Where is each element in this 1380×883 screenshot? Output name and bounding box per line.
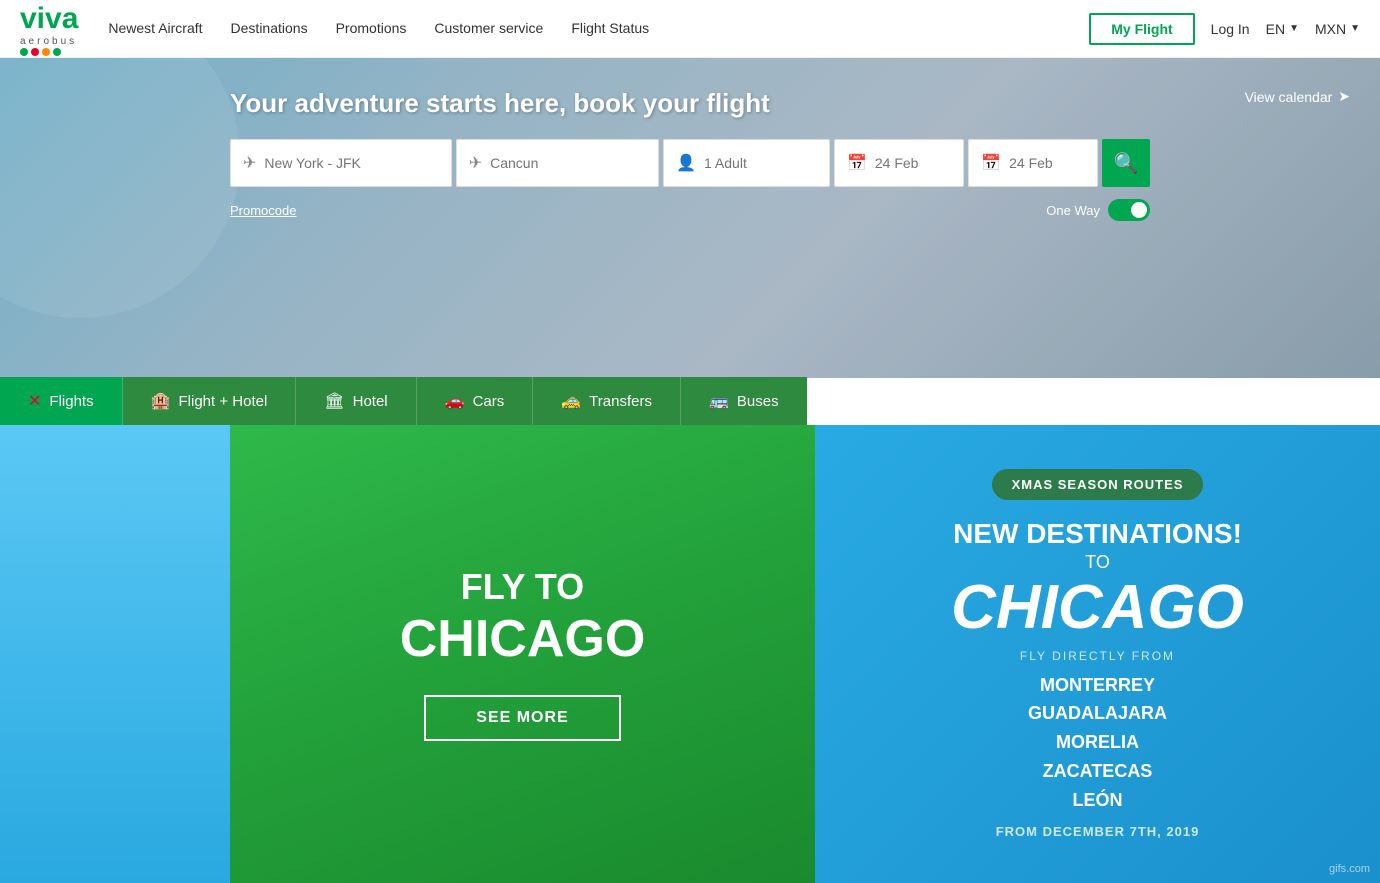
nav-right: My Flight Log In EN ▼ MXN ▼ xyxy=(1089,13,1360,45)
city-morelia: MORELIA xyxy=(1028,728,1167,757)
promo-left-panel xyxy=(0,425,230,883)
tab-flight-hotel-label: Flight + Hotel xyxy=(179,393,268,410)
logo-dots xyxy=(20,48,78,56)
city-guadalajara: GUADALAJARA xyxy=(1028,699,1167,728)
flight-hotel-icon: 🏨 xyxy=(151,391,171,411)
promo-center-panel: FLY TO CHICAGO SEE MORE xyxy=(230,425,815,883)
hero-title: Your adventure starts here, book your fl… xyxy=(230,88,1150,119)
hero-section: View calendar ➤ Your adventure starts he… xyxy=(0,58,1380,378)
nav-customer-service[interactable]: Customer service xyxy=(434,20,543,36)
navbar: viva aerobus Newest Aircraft Destination… xyxy=(0,0,1380,58)
destination-input[interactable] xyxy=(490,155,646,171)
return-date-input[interactable] xyxy=(1009,155,1085,171)
tab-flights-label: Flights xyxy=(49,393,93,410)
nav-destinations[interactable]: Destinations xyxy=(231,20,308,36)
origin-input[interactable] xyxy=(264,155,438,171)
tab-hotel-label: Hotel xyxy=(353,393,388,410)
hero-content: Your adventure starts here, book your fl… xyxy=(0,58,1380,221)
fly-from-text: FLY DIRECTLY FROM xyxy=(1020,649,1175,663)
lang-chevron-icon: ▼ xyxy=(1289,23,1299,34)
promo-right-panel: XMAS SEASON ROUTES NEW DESTINATIONS! TO … xyxy=(815,425,1380,883)
city-monterrey: MONTERREY xyxy=(1028,671,1167,700)
dot-orange xyxy=(42,48,50,56)
tab-hotel[interactable]: 🏛 Hotel xyxy=(296,377,416,425)
my-flight-button[interactable]: My Flight xyxy=(1089,13,1194,45)
departure-plane-icon: ✈ xyxy=(243,153,256,173)
xmas-badge: XMAS SEASON ROUTES xyxy=(992,469,1204,500)
passengers-field[interactable]: 👤 xyxy=(663,139,830,187)
to-text: TO xyxy=(1085,552,1110,573)
login-button[interactable]: Log In xyxy=(1211,21,1250,37)
logo-aerobus: aerobus xyxy=(20,36,78,47)
tab-flight-hotel[interactable]: 🏨 Flight + Hotel xyxy=(123,377,297,425)
booking-tabs-bar: ✕ Flights 🏨 Flight + Hotel 🏛 Hotel 🚗 Car… xyxy=(0,377,1380,425)
search-button[interactable]: 🔍 xyxy=(1102,139,1150,187)
dot-red xyxy=(31,48,39,56)
logo-viva: viva xyxy=(20,2,78,36)
one-way-label: One Way xyxy=(1046,203,1100,218)
tab-flights[interactable]: ✕ Flights xyxy=(0,377,123,425)
nav-links: Newest Aircraft Destinations Promotions … xyxy=(108,20,1089,38)
currency-chevron-icon: ▼ xyxy=(1350,23,1360,34)
nav-flight-status[interactable]: Flight Status xyxy=(571,20,649,36)
calendar-return-icon: 📅 xyxy=(981,153,1001,173)
one-way-toggle-switch[interactable] xyxy=(1108,199,1150,221)
promo-section: FLY TO CHICAGO SEE MORE XMAS SEASON ROUT… xyxy=(0,425,1380,883)
arrival-plane-icon: ✈ xyxy=(469,153,482,173)
return-date-field[interactable]: 📅 xyxy=(968,139,1098,187)
tab-cars[interactable]: 🚗 Cars xyxy=(417,377,534,425)
buses-icon: 🚌 xyxy=(709,391,729,411)
new-destinations-text: NEW DESTINATIONS! xyxy=(953,520,1242,548)
tab-cars-label: Cars xyxy=(473,393,505,410)
dot-green xyxy=(20,48,28,56)
nav-newest-aircraft[interactable]: Newest Aircraft xyxy=(108,20,202,36)
nav-promotions[interactable]: Promotions xyxy=(336,20,407,36)
depart-date-field[interactable]: 📅 xyxy=(834,139,964,187)
calendar-depart-icon: 📅 xyxy=(847,153,867,173)
from-date-text: FROM DECEMBER 7TH, 2019 xyxy=(996,824,1200,839)
hotel-icon: 🏛 xyxy=(324,391,344,411)
see-more-button[interactable]: SEE MORE xyxy=(424,695,620,741)
tab-buses[interactable]: 🚌 Buses xyxy=(681,377,807,425)
dot-green2 xyxy=(53,48,61,56)
fly-to-text: FLY TO xyxy=(461,567,584,607)
one-way-toggle-group: One Way xyxy=(1046,199,1150,221)
search-icon: 🔍 xyxy=(1114,151,1139,176)
promo-row: Promocode One Way xyxy=(230,199,1150,221)
currency-selector[interactable]: MXN ▼ xyxy=(1315,21,1360,37)
flights-x-icon: ✕ xyxy=(28,391,41,411)
city-leon: LEÓN xyxy=(1028,786,1167,815)
destination-field[interactable]: ✈ xyxy=(456,139,659,187)
tab-buses-label: Buses xyxy=(737,393,779,410)
tab-transfers-label: Transfers xyxy=(589,393,652,410)
logo: viva aerobus xyxy=(20,2,78,56)
passenger-icon: 👤 xyxy=(676,153,696,173)
watermark: gifs.com xyxy=(1329,863,1370,875)
tab-transfers[interactable]: 🚕 Transfers xyxy=(533,377,681,425)
cars-icon: 🚗 xyxy=(445,391,465,411)
cities-list: MONTERREY GUADALAJARA MORELIA ZACATECAS … xyxy=(1028,671,1167,815)
currency-label: MXN xyxy=(1315,21,1346,37)
city-zacatecas: ZACATECAS xyxy=(1028,757,1167,786)
promo-city-text: CHICAGO xyxy=(400,613,646,665)
language-selector[interactable]: EN ▼ xyxy=(1266,21,1299,37)
transfers-icon: 🚕 xyxy=(561,391,581,411)
origin-field[interactable]: ✈ xyxy=(230,139,452,187)
depart-date-input[interactable] xyxy=(875,155,951,171)
search-form: ✈ ✈ 👤 📅 📅 xyxy=(230,139,1150,187)
promo-right-city: CHICAGO xyxy=(951,577,1244,639)
lang-label: EN xyxy=(1266,21,1285,37)
passengers-input[interactable] xyxy=(704,155,817,171)
promocode-link[interactable]: Promocode xyxy=(230,203,296,218)
